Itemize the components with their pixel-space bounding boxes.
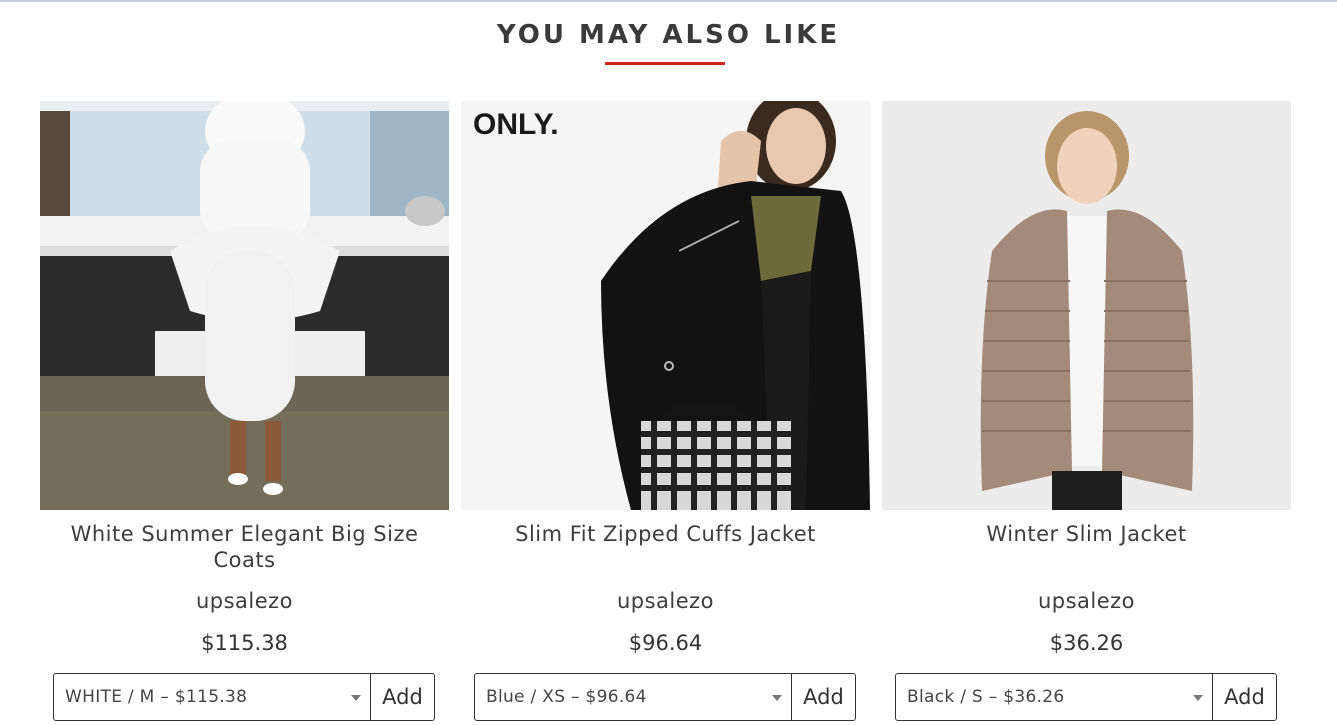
- variant-select[interactable]: Blue / XS – $96.64: [475, 674, 792, 720]
- buy-form: Black / S – $36.26 Add: [895, 673, 1277, 721]
- buy-form: WHITE / M – $115.38 Add: [53, 673, 435, 721]
- product-card: Winter Slim Jacket upsalezo $36.26 Black…: [882, 101, 1291, 725]
- product-title[interactable]: Winter Slim Jacket: [892, 521, 1281, 547]
- variant-select-value: Black / S – $36.26: [907, 687, 1065, 707]
- chevron-down-icon: [1193, 695, 1203, 701]
- add-to-cart-button[interactable]: Add: [1213, 674, 1276, 720]
- add-to-cart-button[interactable]: Add: [792, 674, 855, 720]
- title-underline: [605, 62, 725, 65]
- variant-select-value: Blue / XS – $96.64: [486, 687, 647, 707]
- product-card: White Summer Elegant Big Size Coats upsa…: [40, 101, 449, 725]
- product-image[interactable]: [882, 101, 1291, 510]
- product-title[interactable]: White Summer Elegant Big Size Coats: [50, 521, 439, 573]
- product-vendor: upsalezo: [195, 589, 294, 613]
- variant-select[interactable]: WHITE / M – $115.38: [54, 674, 371, 720]
- section-title: YOU MAY ALSO LIKE: [496, 20, 841, 50]
- chevron-down-icon: [351, 695, 361, 701]
- brand-logo: ONLY.: [473, 108, 559, 141]
- buy-form: Blue / XS – $96.64 Add: [474, 673, 856, 721]
- product-image[interactable]: ONLY.: [461, 101, 870, 510]
- product-price: $96.64: [628, 631, 703, 655]
- product-title[interactable]: Slim Fit Zipped Cuffs Jacket: [471, 521, 860, 547]
- product-price: $36.26: [1049, 631, 1124, 655]
- product-vendor: upsalezo: [616, 589, 715, 613]
- chevron-down-icon: [772, 695, 782, 701]
- add-to-cart-button[interactable]: Add: [371, 674, 434, 720]
- product-image[interactable]: [40, 101, 449, 510]
- product-card: ONLY. Slim Fit Zipped Cuffs Jacket upsal…: [461, 101, 870, 725]
- product-price: $115.38: [201, 631, 288, 655]
- product-vendor: upsalezo: [1037, 589, 1136, 613]
- variant-select-value: WHITE / M – $115.38: [65, 687, 248, 707]
- top-divider: [0, 0, 1337, 2]
- variant-select[interactable]: Black / S – $36.26: [896, 674, 1213, 720]
